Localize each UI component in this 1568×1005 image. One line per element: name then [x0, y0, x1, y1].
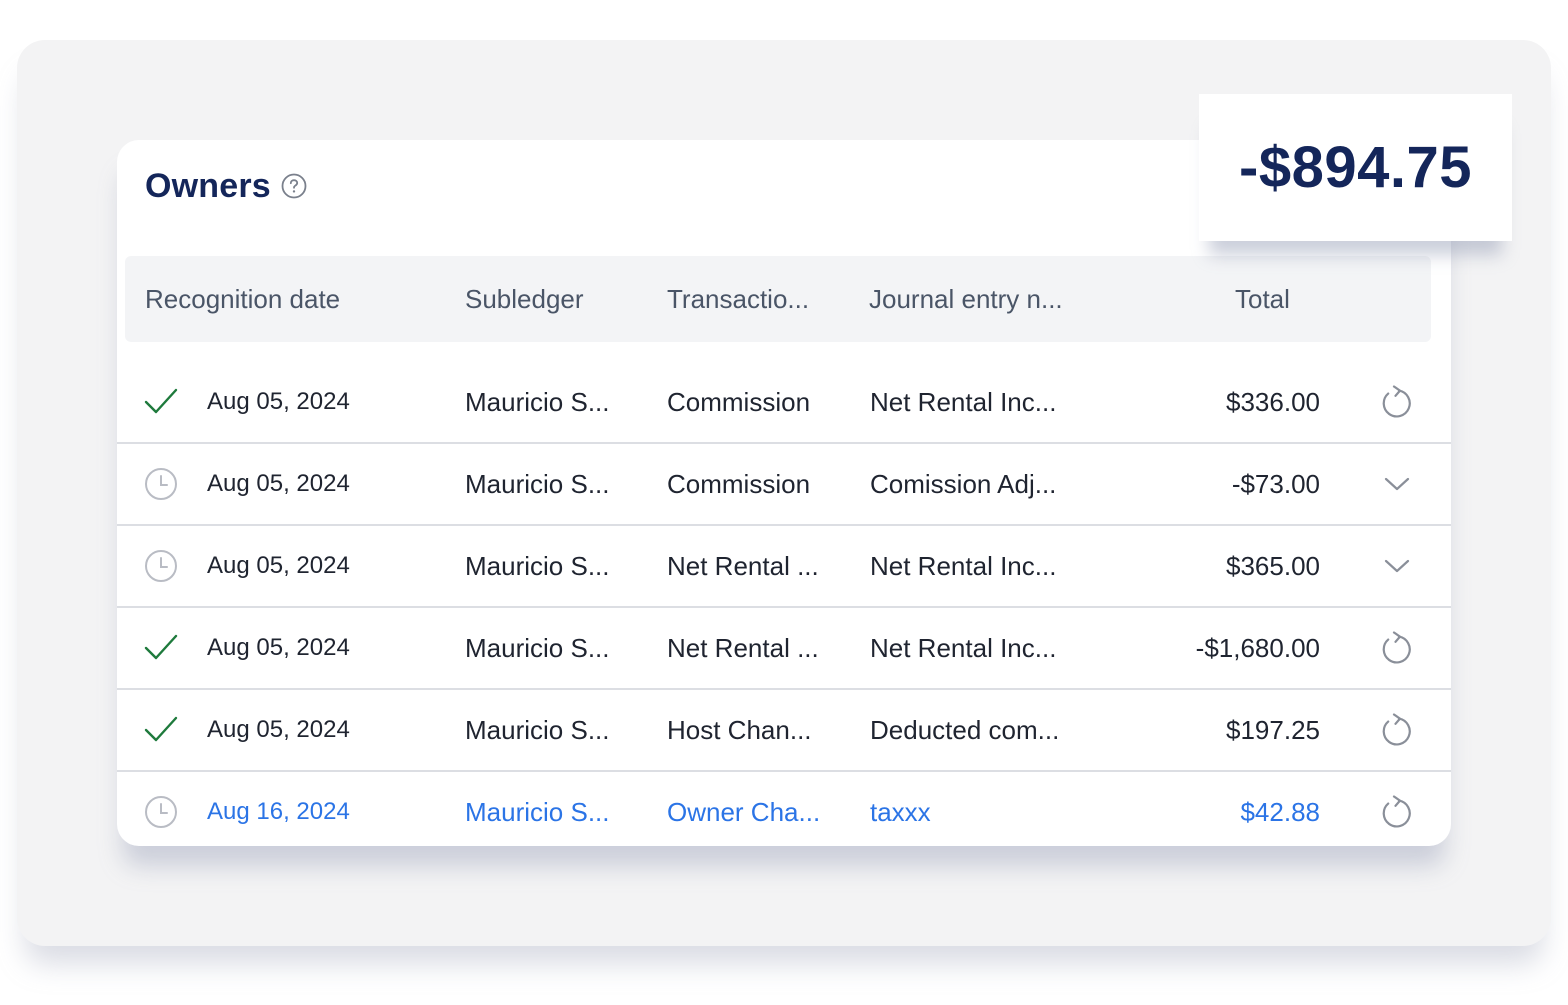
subledger-cell[interactable]: Mauricio S... [465, 772, 610, 846]
transaction-cell: Net Rental ... [667, 551, 819, 581]
owners-card: Owners Recognition date Subledger Transa… [117, 140, 1451, 846]
total-cell: $42.88 [1240, 797, 1320, 827]
journal-entry-cell[interactable]: taxxx [870, 772, 931, 846]
journal-entry-cell: Deducted com... [870, 715, 1060, 745]
recognition-date-cell: Aug 05, 2024 [207, 716, 350, 743]
column-header-transaction[interactable]: Transactio... [667, 256, 809, 342]
chevron-down-icon[interactable] [1379, 466, 1415, 502]
table-row[interactable]: Aug 05, 2024 Mauricio S... Net Rental ... N… [117, 526, 1451, 608]
table-row[interactable]: Aug 05, 2024 Mauricio S... Net Rental ... N… [117, 608, 1451, 690]
clock-icon [143, 466, 179, 502]
table-row[interactable]: Aug 05, 2024 Mauricio S... Commission Comis… [117, 444, 1451, 526]
card-header: Owners [145, 166, 307, 206]
column-header-recognition-date[interactable]: Recognition date [145, 256, 340, 342]
table-row[interactable]: Aug 05, 2024 Mauricio S... Host Chan... Ded… [117, 690, 1451, 772]
transaction-cell: Commission [667, 469, 811, 499]
subledger-cell: Mauricio S... [465, 387, 610, 417]
refresh-icon[interactable] [1379, 794, 1415, 830]
journal-entry-cell: Net Rental Inc... [870, 551, 1057, 581]
column-header-subledger[interactable]: Subledger [465, 256, 584, 342]
checkmark-icon [143, 630, 179, 666]
transaction-cell: Commission [667, 387, 811, 417]
recognition-date-cell: Aug 16, 2024 [207, 798, 350, 825]
total-cell: $365.00 [1226, 551, 1320, 581]
help-icon[interactable] [281, 173, 307, 199]
recognition-date-cell: Aug 05, 2024 [207, 470, 350, 497]
total-balance-callout: -$894.75 [1199, 94, 1512, 241]
card-title: Owners [145, 166, 271, 205]
refresh-icon[interactable] [1379, 630, 1415, 666]
subledger-cell: Mauricio S... [465, 715, 610, 745]
journal-entry-cell: Comission Adj... [870, 469, 1057, 499]
transaction-cell: Host Chan... [667, 715, 812, 745]
total-cell: -$73.00 [1231, 469, 1320, 499]
column-header-journal-entry[interactable]: Journal entry n... [869, 256, 1063, 342]
journal-entry-cell: Net Rental Inc... [870, 633, 1057, 663]
total-cell: $197.25 [1226, 715, 1320, 745]
transaction-cell: Net Rental ... [667, 633, 819, 663]
subledger-cell: Mauricio S... [465, 633, 610, 663]
total-balance-value: -$894.75 [1239, 135, 1472, 200]
clock-icon [143, 794, 179, 830]
table-row[interactable]: Aug 16, 2024 Mauricio S... Owner Cha... tax… [117, 772, 1451, 846]
chevron-down-icon[interactable] [1379, 548, 1415, 584]
subledger-cell: Mauricio S... [465, 469, 610, 499]
recognition-date-cell: Aug 05, 2024 [207, 552, 350, 579]
journal-entry-cell: Net Rental Inc... [870, 387, 1057, 417]
transaction-cell[interactable]: Owner Cha... [667, 772, 820, 846]
table-row[interactable]: Aug 05, 2024 Mauricio S... Commission Net R… [117, 362, 1451, 444]
checkmark-icon [143, 712, 179, 748]
total-cell: -$1,680.00 [1195, 633, 1320, 663]
table-header: Recognition date Subledger Transactio...… [125, 256, 1431, 342]
checkmark-icon [143, 384, 179, 420]
refresh-icon[interactable] [1379, 384, 1415, 420]
recognition-date-cell: Aug 05, 2024 [207, 388, 350, 415]
refresh-icon[interactable] [1379, 712, 1415, 748]
recognition-date-cell: Aug 05, 2024 [207, 634, 350, 661]
subledger-cell: Mauricio S... [465, 551, 610, 581]
clock-icon [143, 548, 179, 584]
column-header-total[interactable]: Total [1235, 256, 1290, 342]
total-cell: $336.00 [1226, 387, 1320, 417]
